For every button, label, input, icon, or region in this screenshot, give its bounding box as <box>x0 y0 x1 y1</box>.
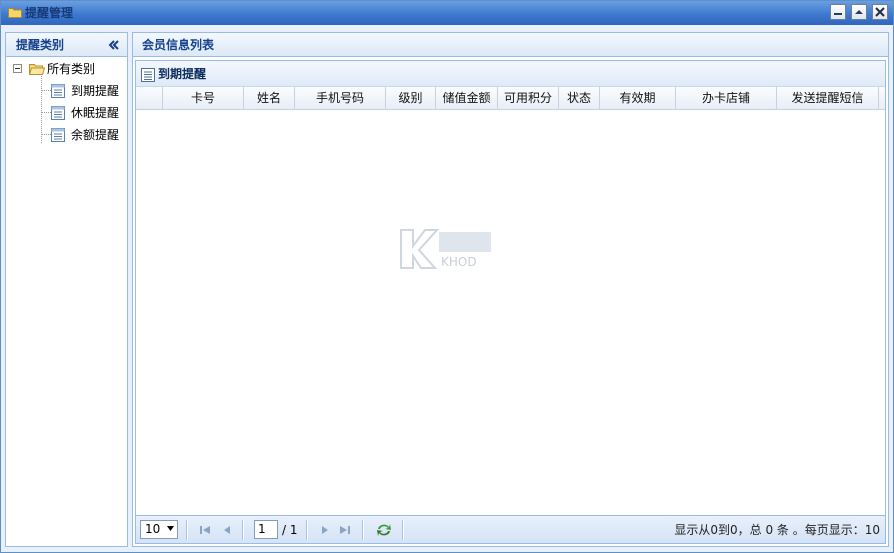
column-header-valid-period[interactable]: 有效期 <box>600 87 676 109</box>
member-info-panel-title: 会员信息列表 <box>142 38 215 52</box>
pager-separator <box>362 520 364 540</box>
tree-item-expiry-reminder[interactable]: 到期提醒 <box>51 81 123 101</box>
refresh-icon[interactable] <box>376 522 392 538</box>
pager-separator <box>186 520 188 540</box>
watermark-text: KHOD <box>441 255 477 269</box>
minimize-button[interactable] <box>830 4 846 20</box>
tree-connector <box>41 134 51 135</box>
tree-item-label: 到期提醒 <box>71 84 120 98</box>
minimize-icon <box>834 13 842 15</box>
close-icon <box>875 7 885 17</box>
collapse-left-icon[interactable] <box>107 38 121 52</box>
window-title: 提醒管理 <box>25 6 74 20</box>
pagination-summary: 显示从0到0，总 0 条 。每页显示：10 <box>674 523 880 537</box>
grid-title-bar: 到期提醒 <box>136 61 885 87</box>
column-header-store[interactable]: 办卡店铺 <box>676 87 777 109</box>
reminder-grid: 到期提醒 卡号 姓名 手机号码 级别 储值金额 可用积分 状态 有效期 办卡店铺… <box>135 60 886 544</box>
caret-down-icon <box>167 526 174 531</box>
app-window: 提醒管理 提醒类别 所有类别 到期提醒 休眠提醒 余额提醒 会员信息列表 到期提… <box>0 0 894 553</box>
list-doc-icon <box>141 68 155 82</box>
page-size-value: 10 <box>145 522 161 536</box>
tree-item-label: 休眠提醒 <box>71 106 120 120</box>
current-page-input[interactable]: 1 <box>254 520 278 539</box>
column-header-level[interactable]: 级别 <box>386 87 436 109</box>
close-button[interactable] <box>872 4 888 20</box>
tree-connector <box>41 112 51 113</box>
tree-item-label: 余额提醒 <box>71 128 120 142</box>
tree-item-dormant-reminder[interactable]: 休眠提醒 <box>51 103 123 123</box>
list-doc-icon <box>51 106 65 120</box>
folder-icon <box>8 8 22 18</box>
pagination-bar: 10 1 / 1 显示从0到0，总 0 条 。每页显示：10 <box>136 515 885 543</box>
pager-separator <box>402 520 404 540</box>
member-info-panel-header: 会员信息列表 <box>133 33 888 57</box>
khod-watermark-logo: KHOD <box>400 229 491 269</box>
member-info-panel: 会员信息列表 到期提醒 卡号 姓名 手机号码 级别 储值金额 可用积分 状态 有… <box>132 32 889 547</box>
column-header-send-sms[interactable]: 发送提醒短信 <box>777 87 879 109</box>
tree-item-all-categories[interactable]: 所有类别 <box>29 59 119 79</box>
next-page-icon[interactable] <box>318 523 332 537</box>
tree-connector <box>41 90 51 91</box>
total-pages: / 1 <box>282 523 298 537</box>
chevron-up-icon <box>855 10 863 14</box>
column-header-stored-value[interactable]: 储值金额 <box>436 87 498 109</box>
pager-separator <box>242 520 244 540</box>
column-header-points[interactable]: 可用积分 <box>498 87 559 109</box>
first-page-icon[interactable] <box>198 523 212 537</box>
page-size-select[interactable]: 10 <box>140 520 178 539</box>
tree-item-balance-reminder[interactable]: 余额提醒 <box>51 125 123 145</box>
grid-title: 到期提醒 <box>158 67 207 81</box>
column-header-status[interactable]: 状态 <box>559 87 600 109</box>
list-doc-icon <box>51 128 65 142</box>
column-header-row: 卡号 姓名 手机号码 级别 储值金额 可用积分 状态 有效期 办卡店铺 发送提醒… <box>136 87 885 110</box>
grid-body: KHOD <box>136 110 885 515</box>
previous-page-icon[interactable] <box>220 523 234 537</box>
title-bar[interactable]: 提醒管理 <box>1 1 893 25</box>
last-page-icon[interactable] <box>338 523 352 537</box>
tree-item-label: 所有类别 <box>47 62 96 76</box>
tree-collapse-toggle[interactable] <box>13 64 22 73</box>
restore-button[interactable] <box>851 4 867 20</box>
column-header-checkbox[interactable] <box>136 87 163 109</box>
category-panel: 提醒类别 所有类别 到期提醒 休眠提醒 余额提醒 <box>5 32 128 547</box>
category-panel-title: 提醒类别 <box>16 38 65 52</box>
pager-separator <box>306 520 308 540</box>
column-header-card-no[interactable]: 卡号 <box>163 87 244 109</box>
column-header-phone[interactable]: 手机号码 <box>295 87 386 109</box>
column-header-name[interactable]: 姓名 <box>244 87 295 109</box>
tree-connector <box>41 76 42 143</box>
category-panel-header: 提醒类别 <box>6 33 127 57</box>
list-doc-icon <box>51 84 65 98</box>
folder-open-icon <box>29 64 45 75</box>
